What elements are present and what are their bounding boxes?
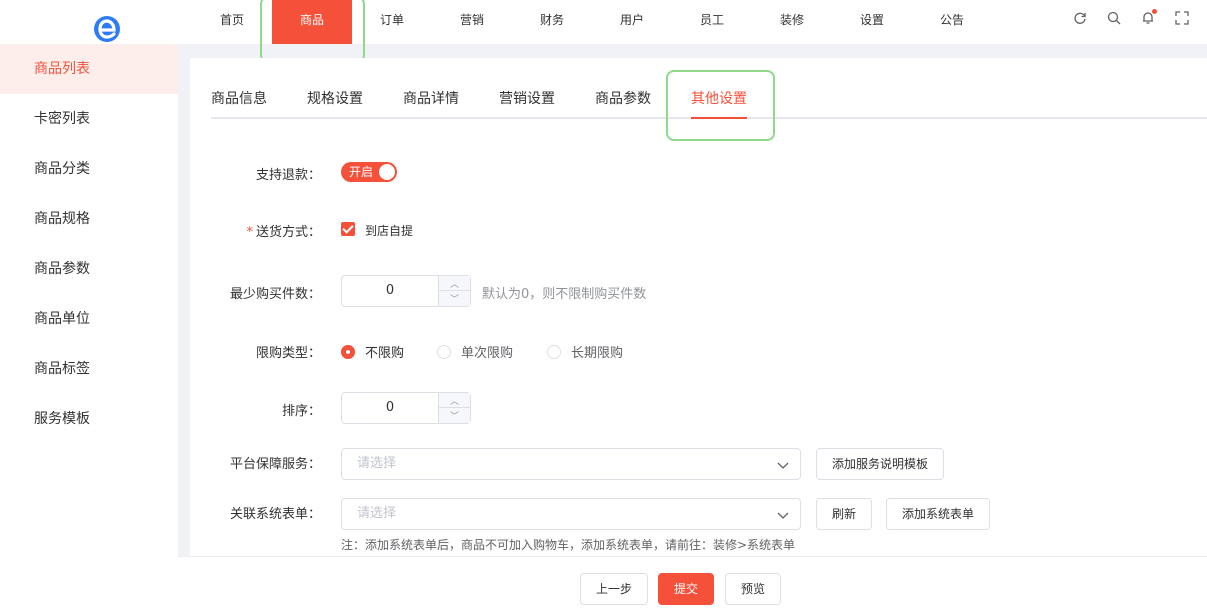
nav-decoration[interactable]: 装修 [752,0,832,44]
bell-icon[interactable] [1141,9,1157,25]
sort-row: 排序： 0 ︿ ﹀ [190,392,1207,424]
system-form-row: 关联系统表单： 请选择 刷新 添加系统表单 注：添加系统表单后，商品不可加入购物… [190,498,1207,558]
sort-stepper[interactable]: 0 ︿ ﹀ [341,392,471,424]
add-system-form-button[interactable]: 添加系统表单 [886,498,991,530]
sidebar-item-product-list[interactable]: 商品列表 [0,44,178,94]
tab-product-info[interactable]: 商品信息 [211,58,267,119]
sidebar-item-categories[interactable]: 商品分类 [0,144,178,194]
guarantee-row: 平台保障服务： 请选择 添加服务说明模板 [190,448,1207,480]
submit-button[interactable]: 提交 [658,573,715,605]
stepper-buttons: ︿ ﹀ [438,393,470,423]
sidebar-item-units[interactable]: 商品单位 [0,294,178,344]
tab-product-params[interactable]: 商品参数 [595,58,651,119]
chevron-up-icon: ︿ [449,279,459,290]
system-form-select[interactable]: 请选择 [341,498,801,530]
chevron-down-icon [777,462,789,469]
guarantee-label: 平台保障服务： [229,457,321,472]
preview-button[interactable]: 预览 [725,573,782,605]
sidebar-item-card-list[interactable]: 卡密列表 [0,94,178,144]
footer-actions: 上一步 提交 预览 [178,556,1207,612]
header-tools [1073,9,1189,25]
switch-knob [379,164,395,180]
increase-button[interactable]: ︿ [439,393,470,408]
refresh-icon[interactable] [1073,11,1087,25]
decrease-button[interactable]: ﹀ [439,291,470,306]
tab-spec-settings[interactable]: 规格设置 [307,58,363,119]
min-purchase-value[interactable]: 0 [342,276,438,306]
sidebar-item-service-templates[interactable]: 服务模板 [0,394,178,444]
top-header: 首页 商品 订单 营销 财务 用户 员工 装修 设置 公告 [0,0,1207,44]
chevron-down-icon: ﹀ [449,412,459,422]
add-service-template-button[interactable]: 添加服务说明模板 [816,448,945,480]
min-purchase-label: 最少购买件数： [229,287,321,302]
delivery-row: * 送货方式： 到店自提 [190,220,1207,240]
chevron-down-icon: ﹀ [449,295,459,305]
guarantee-select[interactable]: 请选择 [341,448,801,480]
radio-circle [341,344,355,359]
nav-finance[interactable]: 财务 [512,0,592,44]
nav-announcements[interactable]: 公告 [912,0,992,44]
tab-marketing-settings[interactable]: 营销设置 [499,58,555,119]
nav-users[interactable]: 用户 [592,0,672,44]
radio-circle [437,344,451,359]
guarantee-placeholder: 请选择 [357,456,397,471]
nav-staff[interactable]: 员工 [672,0,752,44]
stepper-buttons: ︿ ﹀ [438,276,470,306]
notification-dot [1152,9,1157,14]
refund-switch-text: 开启 [349,165,374,179]
chevron-down-icon [777,512,789,519]
tab-product-details[interactable]: 商品详情 [403,58,459,119]
tab-highlight-frame [666,70,775,141]
sidebar-item-specs[interactable]: 商品规格 [0,194,178,244]
decrease-button[interactable]: ﹀ [439,408,470,423]
radio-circle [547,344,561,359]
refresh-button[interactable]: 刷新 [816,498,873,530]
prev-step-button[interactable]: 上一步 [580,573,649,605]
radio-no-limit[interactable]: 不限购 [341,342,404,361]
sidebar-item-params[interactable]: 商品参数 [0,244,178,294]
main-content: 商品信息 规格设置 商品详情 营销设置 商品参数 其他设置 支持退款： 开启 *… [190,58,1207,558]
min-purchase-stepper[interactable]: 0 ︿ ﹀ [341,275,471,307]
limit-type-row: 限购类型： 不限购 单次限购 长期限购 [190,340,1207,361]
system-form-note: 注：添加系统表单后，商品不可加入购物车，添加系统表单，请前往：装修>系统表单 [341,538,796,552]
required-asterisk: * [246,225,253,240]
sidebar-item-tags[interactable]: 商品标签 [0,344,178,394]
fullscreen-icon[interactable] [1175,11,1189,25]
nav-marketing[interactable]: 营销 [432,0,512,44]
pickup-checkbox[interactable] [341,222,355,236]
delivery-label: * 送货方式： [246,225,321,240]
search-icon[interactable] [1107,11,1121,25]
increase-button[interactable]: ︿ [439,276,470,291]
radio-single-limit[interactable]: 单次限购 [437,342,513,361]
min-purchase-row: 最少购买件数： 0 ︿ ﹀ 默认为0，则不限制购买件数 [190,275,1207,307]
refund-row: 支持退款： 开启 [190,162,1207,183]
min-purchase-hint: 默认为0，则不限制购买件数 [482,287,647,302]
nav-highlight-frame [260,0,365,63]
radio-long-term-limit[interactable]: 长期限购 [547,342,623,361]
pickup-checkbox-label[interactable]: 到店自提 [365,222,413,239]
system-form-placeholder: 请选择 [357,506,397,521]
chevron-up-icon: ︿ [449,396,459,407]
logo-icon [94,16,120,42]
sort-value[interactable]: 0 [342,393,438,423]
refund-label: 支持退款： [255,168,321,183]
refund-switch[interactable]: 开启 [341,162,397,182]
limit-type-label: 限购类型： [255,346,321,361]
sidebar: 商品列表 卡密列表 商品分类 商品规格 商品参数 商品单位 商品标签 服务模板 [0,44,178,612]
system-form-label: 关联系统表单： [229,507,321,522]
sort-label: 排序： [281,404,321,419]
nav-settings[interactable]: 设置 [832,0,912,44]
